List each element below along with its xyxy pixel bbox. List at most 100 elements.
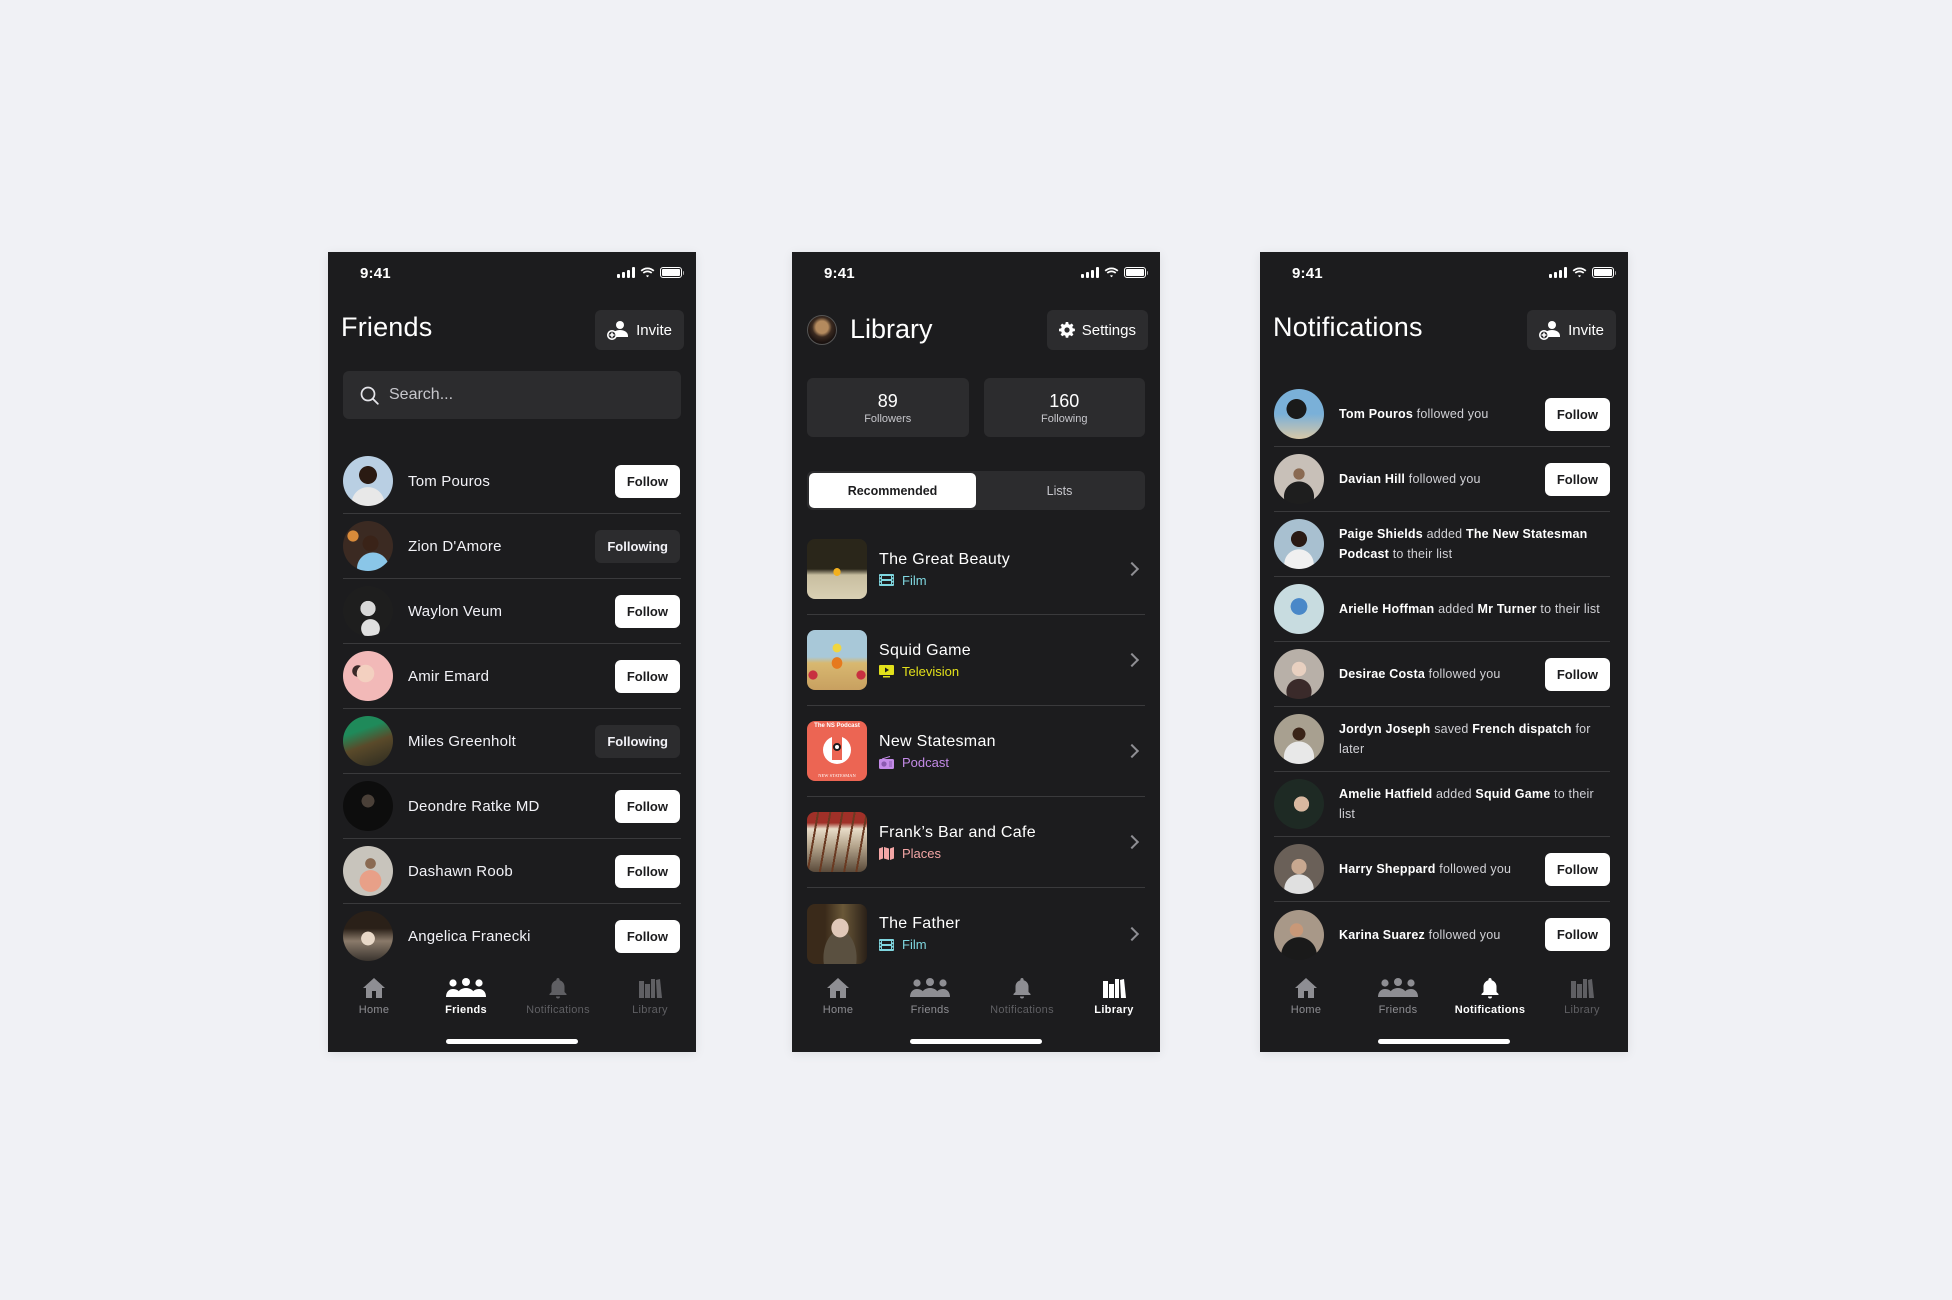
notification-text: Paige Shields added The New Statesman Po… — [1339, 524, 1610, 564]
avatar[interactable] — [1274, 389, 1324, 439]
avatar[interactable] — [1274, 454, 1324, 504]
friend-name[interactable]: Tom Pouros — [408, 473, 615, 490]
follow-button[interactable]: Follow — [614, 659, 680, 693]
notification-subject[interactable]: Harry Sheppard — [1339, 862, 1436, 876]
tab-home[interactable]: Home — [1260, 976, 1352, 1016]
invite-button[interactable]: Invite — [595, 310, 684, 350]
follow-button[interactable]: Follow — [614, 789, 680, 823]
follow-button[interactable]: Follow — [1544, 397, 1610, 431]
notification-subject[interactable]: Desirae Costa — [1339, 667, 1425, 681]
tab-label: Notifications — [990, 1004, 1054, 1016]
notification-text: Davian Hill followed you — [1339, 469, 1545, 489]
tab-library[interactable]: Library — [1068, 976, 1160, 1016]
avatar[interactable] — [343, 716, 393, 766]
avatar[interactable] — [1274, 909, 1324, 960]
notification-row[interactable]: Arielle Hoffman added Mr Turner to their… — [1274, 577, 1610, 642]
avatar[interactable] — [1274, 649, 1324, 699]
add-user-icon — [1539, 321, 1561, 340]
thumbnail — [807, 630, 867, 690]
notification-row[interactable]: Amelie Hatfield added Squid Game to thei… — [1274, 772, 1610, 837]
followers-label: Followers — [864, 412, 912, 425]
notification-subject[interactable]: Davian Hill — [1339, 472, 1405, 486]
notification-subject[interactable]: Amelie Hatfield — [1339, 787, 1432, 801]
notification-subject[interactable]: Squid Game — [1475, 787, 1550, 801]
friend-name[interactable]: Dashawn Roob — [408, 863, 615, 880]
tab-home[interactable]: Home — [792, 976, 884, 1016]
search-input[interactable] — [389, 386, 639, 404]
notification-subject[interactable]: Jordyn Joseph — [1339, 722, 1431, 736]
settings-button[interactable]: Settings — [1046, 310, 1148, 350]
notification-row[interactable]: Tom Pouros followed you Follow — [1274, 382, 1610, 447]
follow-button[interactable]: Follow — [614, 854, 680, 888]
notification-subject[interactable]: Mr Turner — [1478, 602, 1537, 616]
notification-subject[interactable]: Karina Suarez — [1339, 928, 1425, 942]
follow-button[interactable]: Follow — [614, 594, 680, 628]
avatar[interactable] — [343, 651, 393, 701]
search-bar[interactable] — [343, 371, 681, 419]
follow-button[interactable]: Follow — [614, 919, 680, 953]
follow-button[interactable]: Follow — [1544, 852, 1610, 886]
library-item[interactable]: Squid Game Television — [807, 615, 1145, 706]
avatar[interactable] — [1274, 519, 1324, 569]
avatar[interactable] — [343, 846, 393, 896]
notification-row[interactable]: Harry Sheppard followed you Follow — [1274, 837, 1610, 902]
avatar[interactable] — [343, 911, 393, 961]
following-label: Following — [1041, 412, 1088, 425]
library-item[interactable]: Frank’s Bar and Cafe Places — [807, 797, 1145, 888]
notification-row[interactable]: Desirae Costa followed you Follow — [1274, 642, 1610, 707]
tab-lists[interactable]: Lists — [976, 473, 1143, 508]
notification-row[interactable]: Paige Shields added The New Statesman Po… — [1274, 512, 1610, 577]
avatar[interactable] — [343, 521, 393, 571]
friend-name[interactable]: Deondre Ratke MD — [408, 798, 615, 815]
tab-label: Friends — [1378, 1004, 1418, 1016]
friend-name[interactable]: Waylon Veum — [408, 603, 615, 620]
notification-subject[interactable]: Paige Shields — [1339, 527, 1423, 541]
followers-stat[interactable]: 89 Followers — [807, 378, 969, 437]
tab-recommended[interactable]: Recommended — [809, 473, 976, 508]
avatar[interactable] — [343, 456, 393, 506]
tab-friends[interactable]: Friends — [420, 976, 512, 1016]
follow-button[interactable]: Follow — [1544, 657, 1610, 691]
tab-library[interactable]: Library — [604, 976, 696, 1016]
follow-button[interactable]: Follow — [614, 464, 680, 498]
friend-name[interactable]: Angelica Franecki — [408, 928, 615, 945]
profile-avatar[interactable] — [807, 314, 837, 345]
avatar[interactable] — [343, 781, 393, 831]
tab-home[interactable]: Home — [328, 976, 420, 1016]
avatar[interactable] — [1274, 584, 1324, 634]
invite-button[interactable]: Invite — [1527, 310, 1616, 350]
tab-notifications[interactable]: Notifications — [512, 976, 604, 1016]
library-item[interactable]: The NS Podcast NEW STATESMAN New Statesm… — [807, 706, 1145, 797]
friend-name[interactable]: Miles Greenholt — [408, 733, 595, 750]
status-time: 9:41 — [360, 265, 391, 282]
following-button[interactable]: Following — [595, 529, 680, 563]
tab-notifications[interactable]: Notifications — [976, 976, 1068, 1016]
avatar[interactable] — [1274, 714, 1324, 764]
notification-subject[interactable]: Arielle Hoffman — [1339, 602, 1434, 616]
status-bar: 9:41 — [1260, 252, 1628, 296]
following-button[interactable]: Following — [595, 724, 680, 758]
tab-friends[interactable]: Friends — [1352, 976, 1444, 1016]
status-bar: 9:41 — [792, 252, 1160, 296]
library-item[interactable]: The Great Beauty Film — [807, 524, 1145, 615]
follow-button[interactable]: Follow — [1544, 462, 1610, 496]
avatar[interactable] — [1274, 844, 1324, 894]
notification-subject[interactable]: Tom Pouros — [1339, 407, 1413, 421]
notification-subject[interactable]: French dispatch — [1472, 722, 1572, 736]
tab-notifications[interactable]: Notifications — [1444, 976, 1536, 1016]
avatar[interactable] — [1274, 779, 1324, 829]
wifi-icon — [1104, 267, 1119, 278]
following-stat[interactable]: 160 Following — [983, 378, 1145, 437]
friend-row: Amir Emard Follow — [343, 644, 681, 709]
friend-name[interactable]: Amir Emard — [408, 668, 615, 685]
follow-button[interactable]: Follow — [1544, 918, 1610, 951]
avatar[interactable] — [343, 586, 393, 636]
tab-friends[interactable]: Friends — [884, 976, 976, 1016]
chevron-right-icon — [1124, 926, 1140, 941]
invite-label: Invite — [636, 321, 672, 339]
notification-row[interactable]: Karina Suarez followed you Follow — [1274, 902, 1610, 967]
notification-row[interactable]: Davian Hill followed you Follow — [1274, 447, 1610, 512]
tab-library[interactable]: Library — [1536, 976, 1628, 1016]
notification-row[interactable]: Jordyn Joseph saved French dispatch for … — [1274, 707, 1610, 772]
friend-name[interactable]: Zion D'Amore — [408, 538, 595, 555]
